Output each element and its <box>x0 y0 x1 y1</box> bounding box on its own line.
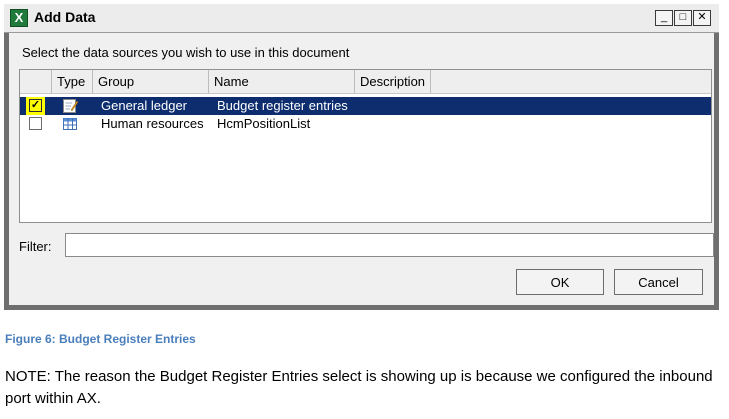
minimize-button[interactable]: _ <box>655 10 673 26</box>
note-text: NOTE: The reason the Budget Register Ent… <box>5 368 713 407</box>
dialog-title: Add Data <box>34 9 96 25</box>
edit-document-icon <box>63 99 78 113</box>
ok-button[interactable]: OK <box>516 269 604 295</box>
row-group: Human resources <box>101 116 204 131</box>
row-checkbox[interactable]: ✓ <box>29 99 42 112</box>
row-name: HcmPositionList <box>217 116 311 131</box>
title-bar[interactable]: X Add Data _ □ ✕ <box>4 4 719 33</box>
cancel-button[interactable]: Cancel <box>614 269 703 295</box>
header-checkbox-column[interactable] <box>20 70 52 93</box>
filter-input[interactable] <box>65 233 714 257</box>
column-header-group[interactable]: Group <box>93 70 209 93</box>
row-name: Budget register entries <box>217 98 348 113</box>
instruction-text: Select the data sources you wish to use … <box>22 45 350 60</box>
add-data-dialog: X Add Data _ □ ✕ Select the data sources… <box>4 4 719 310</box>
table-row[interactable]: Human resources HcmPositionList <box>20 115 711 133</box>
column-header-description[interactable]: Description <box>355 70 431 93</box>
table-row[interactable]: ✓ General ledger Budget register entries <box>20 97 711 115</box>
close-button[interactable]: ✕ <box>693 10 711 26</box>
row-checkbox[interactable] <box>29 117 42 130</box>
figure-caption: Figure 6: Budget Register Entries <box>5 332 196 346</box>
table-icon <box>63 118 77 130</box>
excel-icon: X <box>10 9 28 27</box>
row-group: General ledger <box>101 98 187 113</box>
dialog-body: Select the data sources you wish to use … <box>9 33 714 305</box>
data-sources-grid: Type Group Name Description ✓ General le… <box>19 69 712 223</box>
column-header-name[interactable]: Name <box>209 70 355 93</box>
column-header-type[interactable]: Type <box>52 70 93 93</box>
filter-label: Filter: <box>19 239 52 254</box>
grid-header: Type Group Name Description <box>20 70 711 94</box>
maximize-button[interactable]: □ <box>674 10 692 26</box>
